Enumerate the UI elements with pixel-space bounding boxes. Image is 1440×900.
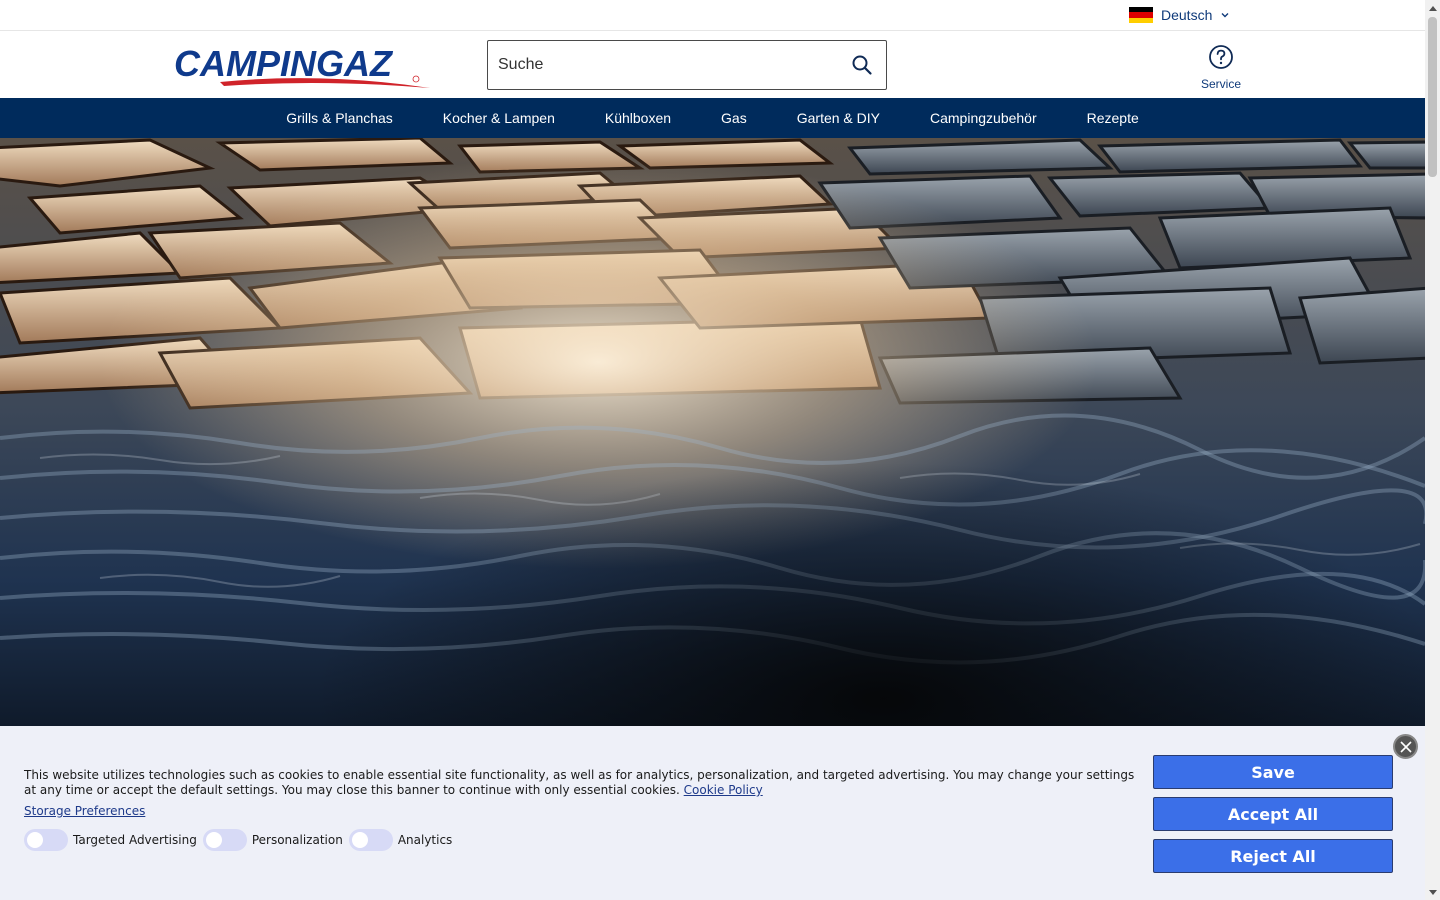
nav-item-campingzubehoer[interactable]: Campingzubehör bbox=[905, 98, 1062, 138]
main-navigation: Grills & Planchas Kocher & Lampen Kühlbo… bbox=[0, 98, 1425, 138]
save-button[interactable]: Save bbox=[1153, 755, 1393, 789]
site-header: CAMPINGAZ Service bbox=[0, 32, 1425, 98]
toggle-analytics: Analytics bbox=[348, 829, 453, 851]
brand-wordmark: CAMPINGAZ bbox=[174, 43, 394, 84]
language-label: Deutsch bbox=[1161, 7, 1213, 23]
toggle-label: Analytics bbox=[397, 833, 453, 847]
cookie-text: This website utilizes technologies such … bbox=[24, 768, 1135, 797]
close-icon bbox=[1399, 740, 1412, 753]
cookie-policy-link[interactable]: Cookie Policy bbox=[684, 783, 763, 797]
help-circle-icon bbox=[1209, 45, 1233, 69]
toggle-label: Targeted Advertising bbox=[73, 833, 197, 847]
german-flag-icon bbox=[1129, 7, 1153, 23]
accept-all-button[interactable]: Accept All bbox=[1153, 797, 1393, 831]
storage-preferences-link[interactable]: Storage Preferences bbox=[24, 804, 145, 818]
language-selector[interactable]: Deutsch bbox=[1129, 6, 1230, 24]
service-label: Service bbox=[1200, 77, 1241, 91]
nav-item-kuehlboxen[interactable]: Kühlboxen bbox=[580, 98, 696, 138]
toggle-label: Personalization bbox=[251, 833, 343, 847]
scroll-down-arrow-icon[interactable] bbox=[1425, 885, 1440, 900]
toggle-personalization: Personalization bbox=[202, 829, 343, 851]
personalization-switch[interactable] bbox=[202, 829, 247, 851]
consent-toggles: Targeted Advertising Personalization Ana… bbox=[24, 829, 458, 851]
cookie-message: This website utilizes technologies such … bbox=[24, 768, 1139, 798]
nav-item-rezepte[interactable]: Rezepte bbox=[1062, 98, 1164, 138]
nav-item-garten-diy[interactable]: Garten & DIY bbox=[772, 98, 905, 138]
nav-item-kocher-lampen[interactable]: Kocher & Lampen bbox=[418, 98, 580, 138]
nav-item-gas[interactable]: Gas bbox=[696, 98, 772, 138]
service-link[interactable]: Service bbox=[1196, 44, 1246, 91]
search-icon bbox=[852, 55, 872, 75]
search-button[interactable] bbox=[838, 41, 886, 89]
nav-item-grills[interactable]: Grills & Planchas bbox=[261, 98, 418, 138]
top-bar: Deutsch bbox=[0, 0, 1425, 31]
toggle-targeted-advertising: Targeted Advertising bbox=[24, 829, 197, 851]
reject-all-button[interactable]: Reject All bbox=[1153, 839, 1393, 873]
campingaz-logo[interactable]: CAMPINGAZ bbox=[172, 42, 434, 88]
hero-video[interactable] bbox=[0, 138, 1425, 728]
scroll-thumb[interactable] bbox=[1428, 17, 1437, 177]
search-input[interactable] bbox=[488, 41, 838, 89]
scroll-up-arrow-icon[interactable] bbox=[1425, 0, 1440, 15]
page-scrollbar[interactable] bbox=[1425, 0, 1440, 900]
search-box bbox=[487, 40, 887, 90]
hero-image bbox=[0, 138, 1425, 728]
targeted-advertising-switch[interactable] bbox=[24, 829, 68, 851]
cookie-banner: This website utilizes technologies such … bbox=[0, 726, 1425, 900]
chevron-down-icon bbox=[1221, 13, 1229, 18]
analytics-switch[interactable] bbox=[348, 829, 393, 851]
close-banner-button[interactable] bbox=[1393, 734, 1418, 759]
